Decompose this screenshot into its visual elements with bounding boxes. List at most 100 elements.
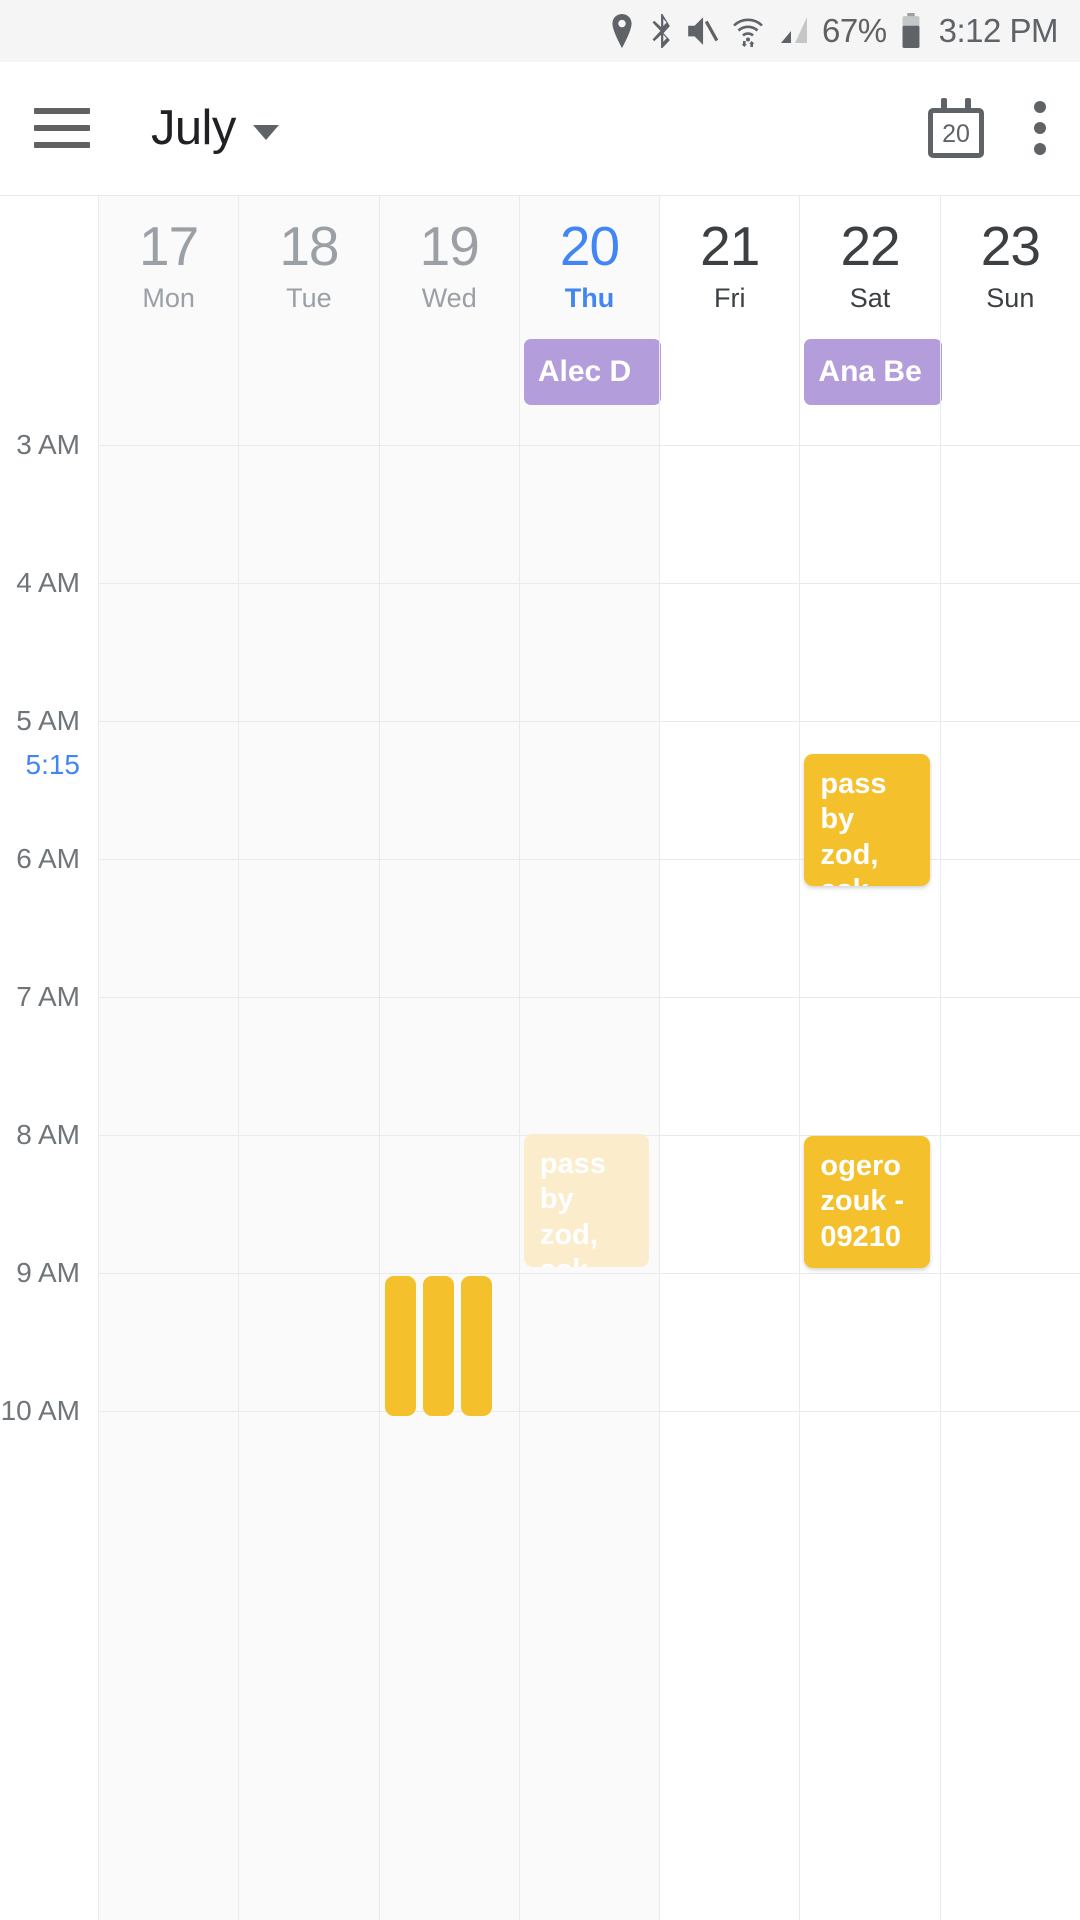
hour-label: 3 AM (16, 429, 80, 460)
day-header-sun[interactable]: 23 Sun (939, 196, 1080, 414)
hour-gridline (99, 721, 239, 722)
day-number: 18 (279, 215, 339, 277)
day-column-thu[interactable]: pass by zod, ask abt (518, 414, 660, 1920)
day-header-sat[interactable]: 22 Sat Ana Be (799, 196, 942, 414)
hour-gridline (239, 721, 379, 722)
hour-gridline (519, 1411, 660, 1412)
hour-gridline (940, 583, 1080, 584)
hour-gridline (379, 445, 519, 446)
time-grid: 3 AM 4 AM 5 AM 6 AM 7 AM 8 AM 9 AM 10 AM 5:15 pa… (0, 414, 1080, 1920)
day-column-sat[interactable]: pass by zod, ask abt ogero zouk - 09210 (799, 414, 940, 1920)
hour-gridline (239, 997, 379, 998)
day-column-tue[interactable] (238, 414, 379, 1920)
hour-gridline (239, 1411, 379, 1412)
day-number: 22 (840, 215, 900, 277)
allday-event-chip[interactable]: Alec D (523, 339, 662, 405)
hour-gridline (660, 583, 800, 584)
hour-gridline (99, 859, 239, 860)
hamburger-menu-icon[interactable] (34, 108, 90, 148)
hour-gridline (800, 1273, 940, 1274)
hour-gridline (519, 445, 660, 446)
hour-gridline (239, 583, 379, 584)
hour-gridline (940, 721, 1080, 722)
hour-gridline (239, 1135, 379, 1136)
wifi-icon (732, 14, 764, 48)
hour-gridline (379, 721, 519, 722)
day-header-thu[interactable]: 20 Thu Alec D (518, 196, 662, 414)
hour-gridline (519, 859, 660, 860)
status-bar: 67% 3:12 PM (0, 0, 1080, 62)
calendar-event[interactable]: pass by zod, ask abt (523, 1134, 650, 1267)
hour-label: 7 AM (16, 981, 80, 1012)
hour-label: 5 AM (16, 705, 80, 736)
day-header-mon[interactable]: 17 Mon (98, 196, 239, 414)
hour-gridline (379, 997, 519, 998)
hour-gridline (239, 859, 379, 860)
hour-gridline (379, 859, 519, 860)
day-columns[interactable]: pass by zod, ask abtpass by zod, ask abt… (98, 414, 1080, 1920)
day-column-mon[interactable] (98, 414, 239, 1920)
hour-gridline (800, 1411, 940, 1412)
week-view: 17 Mon 18 Tue 19 Wed 20 Thu Alec D 21 Fri 22 Sat Ana … (0, 195, 1080, 1920)
overflow-menu-icon[interactable] (1034, 101, 1046, 155)
hour-gridline (379, 1135, 519, 1136)
day-name: Thu (564, 282, 615, 313)
hour-gridline (940, 859, 1080, 860)
month-selector[interactable]: July (151, 100, 279, 156)
hour-label: 6 AM (16, 843, 80, 874)
hour-gridline (99, 997, 239, 998)
app-bar: July 20 (0, 62, 1080, 195)
day-number: 17 (139, 215, 199, 277)
battery-percent-label: 67% (822, 12, 887, 49)
day-name: Mon (142, 282, 195, 313)
hour-gridline (519, 583, 660, 584)
location-icon (609, 14, 635, 48)
current-time-label: 5:15 (25, 749, 81, 780)
signal-icon (777, 14, 809, 48)
day-number: 23 (980, 215, 1041, 277)
hour-gridline (660, 1273, 800, 1274)
hour-gridline (660, 1411, 800, 1412)
hour-gridline (239, 1273, 379, 1274)
hour-gridline (99, 1273, 239, 1274)
hour-gridline (660, 1135, 800, 1136)
calendar-today-icon[interactable]: 20 (928, 98, 984, 158)
day-name: Tue (286, 282, 332, 313)
hour-gridline (99, 1411, 239, 1412)
allday-event-chip[interactable]: Ana Be (804, 339, 942, 405)
hour-gridline (800, 583, 940, 584)
volume-mute-icon (685, 14, 719, 48)
calendar-event[interactable]: ogero zouk - 09210 (804, 1136, 930, 1268)
time-gutter: 3 AM 4 AM 5 AM 6 AM 7 AM 8 AM 9 AM 10 AM 5:15 (0, 414, 98, 1920)
hour-gridline (940, 1135, 1080, 1136)
day-header-tue[interactable]: 18 Tue (238, 196, 379, 414)
day-name: Sat (849, 282, 891, 313)
hour-gridline (379, 583, 519, 584)
hour-gridline (660, 721, 800, 722)
hour-gridline (99, 445, 239, 446)
event-drag-bar[interactable] (384, 1276, 416, 1416)
hour-label: 4 AM (16, 567, 80, 598)
day-name: Sun (986, 282, 1035, 313)
hour-label: 8 AM (16, 1119, 80, 1150)
hour-gridline (800, 445, 940, 446)
hour-gridline (800, 997, 940, 998)
bluetooth-icon (648, 14, 672, 48)
event-drag-bar[interactable] (422, 1276, 454, 1416)
hour-gridline (239, 445, 379, 446)
day-header-wed[interactable]: 19 Wed (378, 196, 519, 414)
day-column-sun[interactable] (939, 414, 1080, 1920)
day-column-wed[interactable] (378, 414, 519, 1920)
day-header-fri[interactable]: 21 Fri (659, 196, 799, 414)
event-drag-bar[interactable] (460, 1276, 492, 1416)
calendar-event[interactable]: pass by zod, ask abt (804, 754, 930, 886)
hour-gridline (660, 445, 800, 446)
calendar-today-number: 20 (942, 120, 970, 148)
hour-gridline (519, 1273, 660, 1274)
day-number: 19 (419, 215, 480, 277)
hour-gridline (519, 721, 660, 722)
day-column-fri[interactable] (659, 414, 800, 1920)
hour-gridline (660, 859, 800, 860)
hour-gridline (940, 1273, 1080, 1274)
hour-gridline (99, 583, 239, 584)
